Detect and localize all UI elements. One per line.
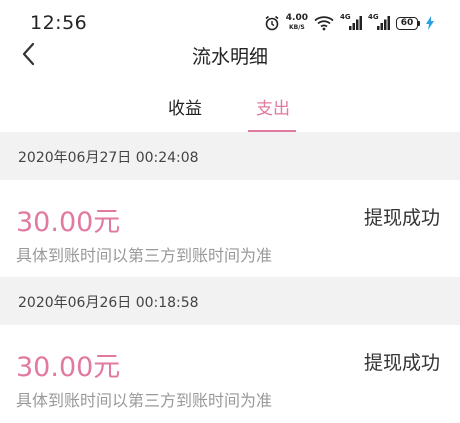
battery-level: 60 [396,16,418,30]
record-status: 提现成功 [363,207,440,229]
list-item[interactable]: 30.00元 提现成功 具体到账时间以第三方到账时间为准 [0,180,460,277]
charging-icon [426,16,434,30]
tab-income[interactable]: 收益 [168,94,202,119]
battery-tip [418,20,420,26]
record-note: 具体到账时间以第三方到账时间为准 [16,391,273,410]
battery-icon: 60 [396,16,420,30]
record-amount: 30.00元 [16,352,121,383]
tab-bar: 收益 支出 [0,78,460,132]
page-title: 流水明细 [191,46,268,68]
record-note: 具体到账时间以第三方到账时间为准 [16,246,273,265]
nav-bar: 流水明细 [0,30,460,78]
record-status: 提现成功 [363,352,440,374]
signal-2: 4G [368,13,390,31]
tab-expense[interactable]: 支出 [256,94,290,119]
wifi-icon [314,15,334,31]
signal-2-label: 4G [368,13,379,21]
network-speed-value: 4.00 [285,13,308,23]
signal-1: 4G [340,13,362,31]
date-header: 2020年06月26日 00:18:58 [0,277,460,325]
date-header: 2020年06月27日 00:24:08 [0,132,460,180]
record-amount: 30.00元 [16,207,121,238]
record-date: 2020年06月27日 00:24:08 [18,150,199,166]
list-item[interactable]: 30.00元 提现成功 具体到账时间以第三方到账时间为准 [0,325,460,422]
signal-1-label: 4G [340,13,351,21]
record-date: 2020年06月26日 00:18:58 [18,295,199,311]
alarm-icon [264,15,280,31]
